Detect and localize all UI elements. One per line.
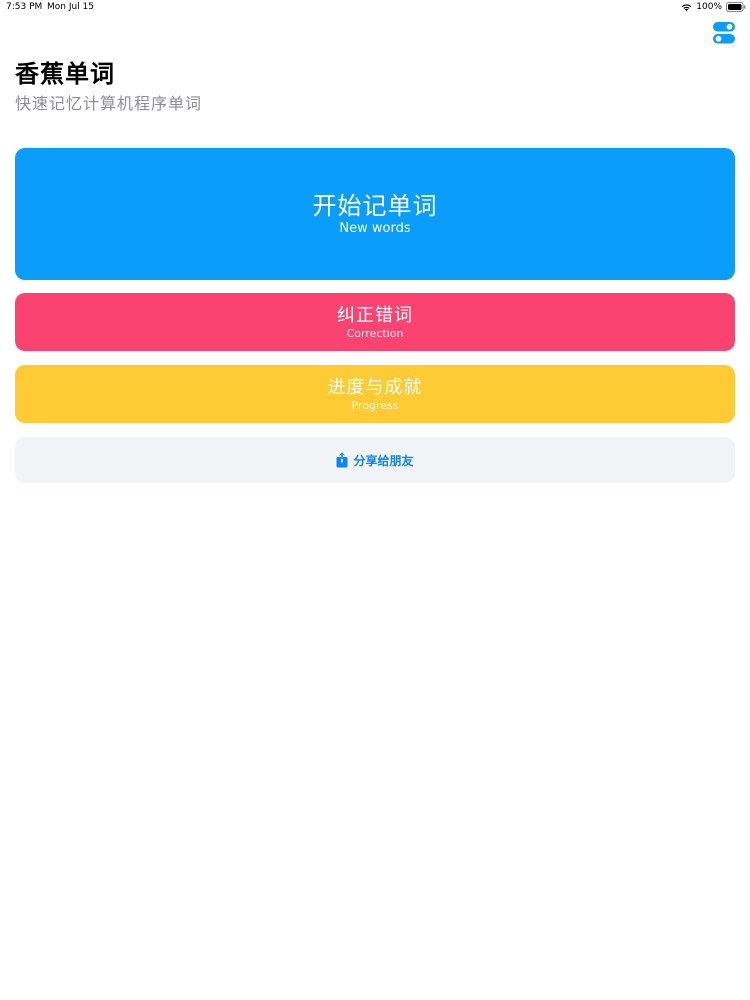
correction-button[interactable]: 纠正错词 Correction <box>15 293 735 351</box>
status-date: Mon Jul 15 <box>47 2 95 12</box>
app-title: 香蕉单词 <box>15 60 115 88</box>
new-words-sublabel: New words <box>339 221 411 236</box>
status-bar: 7:53 PM Mon Jul 15 100% <box>0 0 750 16</box>
progress-button[interactable]: 进度与成就 Progress <box>15 365 735 423</box>
correction-label: 纠正错词 <box>337 304 413 326</box>
battery-percent: 100% <box>696 2 722 12</box>
share-icon <box>336 452 348 468</box>
status-right: 100% <box>681 2 746 12</box>
progress-sublabel: Progress <box>351 398 399 412</box>
new-words-label: 开始记单词 <box>312 192 438 220</box>
correction-sublabel: Correction <box>346 326 404 340</box>
wifi-icon <box>681 3 692 11</box>
status-time: 7:53 PM <box>6 2 43 12</box>
share-button[interactable]: 分享给朋友 <box>15 437 735 483</box>
share-label: 分享给朋友 <box>353 453 414 468</box>
progress-label: 进度与成就 <box>327 376 423 398</box>
battery-icon <box>726 2 746 12</box>
toggle-settings-icon[interactable] <box>713 22 735 44</box>
new-words-button[interactable]: 开始记单词 New words <box>15 148 735 280</box>
app-screen: 7:53 PM Mon Jul 15 100% 香蕉单词 快速记忆计算机程序单词 <box>0 0 750 1000</box>
app-subtitle: 快速记忆计算机程序单词 <box>15 94 203 113</box>
